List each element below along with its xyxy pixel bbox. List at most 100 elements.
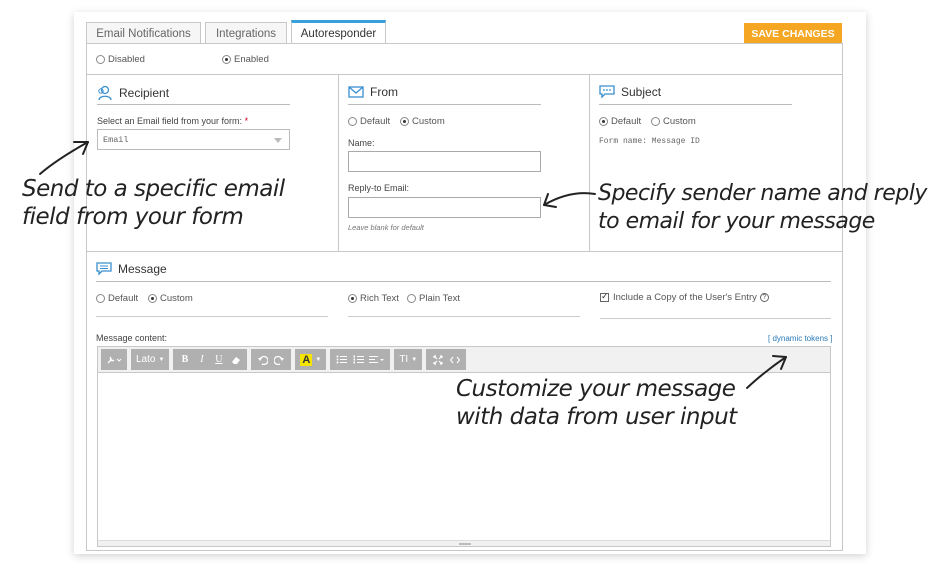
- annotation-line: Specify sender name and reply: [598, 181, 927, 206]
- annotation-line: Send to a specific email: [22, 176, 285, 202]
- italic-button[interactable]: I: [193, 349, 210, 370]
- code-view-icon[interactable]: [446, 349, 463, 370]
- underline-button[interactable]: U: [210, 349, 227, 370]
- bullet-list-icon[interactable]: [333, 349, 350, 370]
- reply-to-hint: Leave blank for default: [348, 223, 424, 232]
- title-underline: [599, 104, 792, 105]
- toolbar-group: TI ▼: [394, 349, 423, 370]
- toolbar-group: B I U: [173, 349, 248, 370]
- checkbox[interactable]: [600, 291, 609, 302]
- radio-icon[interactable]: [348, 294, 357, 303]
- align-icon[interactable]: [367, 349, 387, 370]
- message-title: Message: [96, 262, 167, 276]
- divider: [348, 316, 580, 317]
- option-label: Custom: [412, 116, 445, 127]
- radio-icon[interactable]: [96, 55, 105, 64]
- plain-text-option[interactable]: Plain Text: [407, 293, 460, 304]
- from-name-input[interactable]: [348, 151, 541, 172]
- tab-autoresponder[interactable]: Autoresponder: [291, 20, 386, 44]
- radio-icon[interactable]: [148, 294, 157, 303]
- radio-icon[interactable]: [222, 55, 231, 64]
- message-default-option[interactable]: Default: [96, 293, 138, 304]
- font-size-select[interactable]: TI ▼: [397, 349, 419, 370]
- editor-resize-bar[interactable]: [98, 540, 830, 546]
- save-changes-button[interactable]: SAVE CHANGES: [744, 23, 842, 44]
- message-annotation: Customize your message with data from us…: [456, 375, 737, 431]
- option-label: Include a Copy of the User's Entry: [613, 292, 757, 303]
- toolbar-group: A ▼: [295, 349, 327, 370]
- toolbar-group: [251, 349, 292, 370]
- toolbar-group: [330, 349, 391, 370]
- option-label: Custom: [160, 293, 193, 304]
- status-enabled-option[interactable]: Enabled: [222, 54, 269, 65]
- subject-custom-option[interactable]: Custom: [651, 116, 696, 127]
- reply-to-input[interactable]: [348, 197, 541, 218]
- font-family-select[interactable]: Lato ▼: [134, 349, 166, 370]
- help-icon[interactable]: ?: [759, 293, 769, 302]
- section-title-text: From: [370, 85, 398, 99]
- from-default-option[interactable]: Default: [348, 116, 390, 127]
- rich-text-option[interactable]: Rich Text: [348, 293, 399, 304]
- select-value: Email: [103, 134, 129, 145]
- divider: [600, 318, 831, 319]
- divider: [96, 316, 328, 317]
- wrench-icon[interactable]: [104, 349, 124, 370]
- chevron-down-icon: ▼: [315, 356, 322, 363]
- radio-icon[interactable]: [348, 117, 357, 126]
- chevron-down-icon: ▼: [411, 356, 418, 363]
- annotation-arrow-icon: [543, 192, 596, 208]
- recipient-field-label: Select an Email field from your form: *: [97, 116, 248, 126]
- from-annotation: Specify sender name and reply to email f…: [598, 180, 927, 236]
- numbered-list-icon[interactable]: [350, 349, 367, 370]
- radio-icon[interactable]: [407, 294, 416, 303]
- radio-icon[interactable]: [599, 117, 608, 126]
- option-label: Default: [108, 293, 139, 304]
- radio-icon[interactable]: [651, 117, 660, 126]
- recipient-email-select[interactable]: Email: [97, 129, 290, 150]
- option-label: Default: [360, 116, 391, 127]
- section-title-text: Message: [118, 262, 167, 276]
- recipient-annotation: Send to a specific email field from your…: [22, 175, 285, 231]
- undo-icon[interactable]: [254, 349, 271, 370]
- dynamic-tokens-link[interactable]: [ dynamic tokens ]: [768, 334, 832, 343]
- font-label: Lato: [136, 354, 156, 365]
- option-label: Plain Text: [419, 293, 461, 304]
- from-name-label: Name:: [348, 138, 375, 148]
- include-copy-option[interactable]: Include a Copy of the User's Entry ?: [600, 291, 769, 303]
- bold-button[interactable]: B: [176, 349, 193, 370]
- section-title-text: Subject: [621, 85, 662, 99]
- option-label: Rich Text: [360, 293, 399, 304]
- resize-handle-icon[interactable]: [459, 543, 471, 545]
- option-label: Custom: [663, 116, 696, 127]
- annotation-line: Customize your message: [456, 376, 736, 402]
- annotation-line: to email for your message: [598, 209, 875, 234]
- radio-icon[interactable]: [96, 294, 105, 303]
- radio-icon[interactable]: [400, 117, 409, 126]
- subject-default-option[interactable]: Default: [599, 116, 641, 127]
- chevron-down-icon: ▼: [158, 356, 165, 363]
- tab-email-notifications[interactable]: Email Notifications: [86, 22, 201, 44]
- tab-label: Email Notifications: [96, 27, 191, 40]
- message-content-label: Message content:: [96, 333, 168, 343]
- annotation-arrow-icon: [39, 141, 89, 175]
- tab-label: Autoresponder: [300, 27, 377, 40]
- text-color-icon: A: [300, 353, 313, 366]
- from-custom-option[interactable]: Custom: [400, 116, 445, 127]
- font-size-icon: TI: [399, 354, 409, 365]
- option-label: Enabled: [234, 54, 269, 65]
- message-custom-option[interactable]: Custom: [148, 293, 193, 304]
- subject-form-name: Form name: Message ID: [599, 137, 700, 146]
- label-text: Select an Email field from your form:: [97, 116, 243, 126]
- title-underline: [348, 104, 541, 105]
- required-mark: *: [244, 116, 249, 126]
- redo-icon[interactable]: [271, 349, 288, 370]
- status-disabled-option[interactable]: Disabled: [96, 54, 145, 65]
- recipient-title: Recipient: [97, 85, 169, 101]
- tab-integrations[interactable]: Integrations: [205, 22, 287, 44]
- eraser-icon[interactable]: [227, 349, 244, 370]
- chat-bubble-icon: [599, 85, 615, 99]
- subject-title: Subject: [599, 85, 661, 99]
- annotation-line: field from your form: [22, 204, 244, 230]
- fullscreen-icon[interactable]: [429, 349, 446, 370]
- text-color-button[interactable]: A ▼: [298, 349, 323, 370]
